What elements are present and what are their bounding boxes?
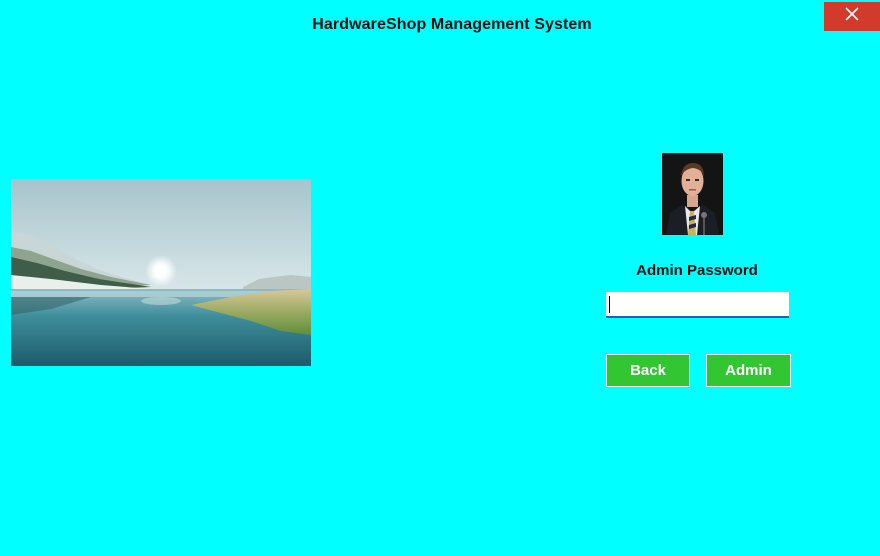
password-input[interactable] (606, 292, 789, 318)
close-button[interactable] (824, 2, 880, 31)
close-icon (845, 7, 859, 21)
text-cursor (609, 296, 610, 313)
landscape-image (11, 179, 311, 366)
admin-button[interactable]: Admin (706, 354, 791, 387)
password-label: Admin Password (636, 262, 758, 279)
admin-avatar (662, 153, 723, 235)
window-title: HardwareShop Management System (312, 16, 592, 33)
back-button[interactable]: Back (606, 354, 690, 387)
